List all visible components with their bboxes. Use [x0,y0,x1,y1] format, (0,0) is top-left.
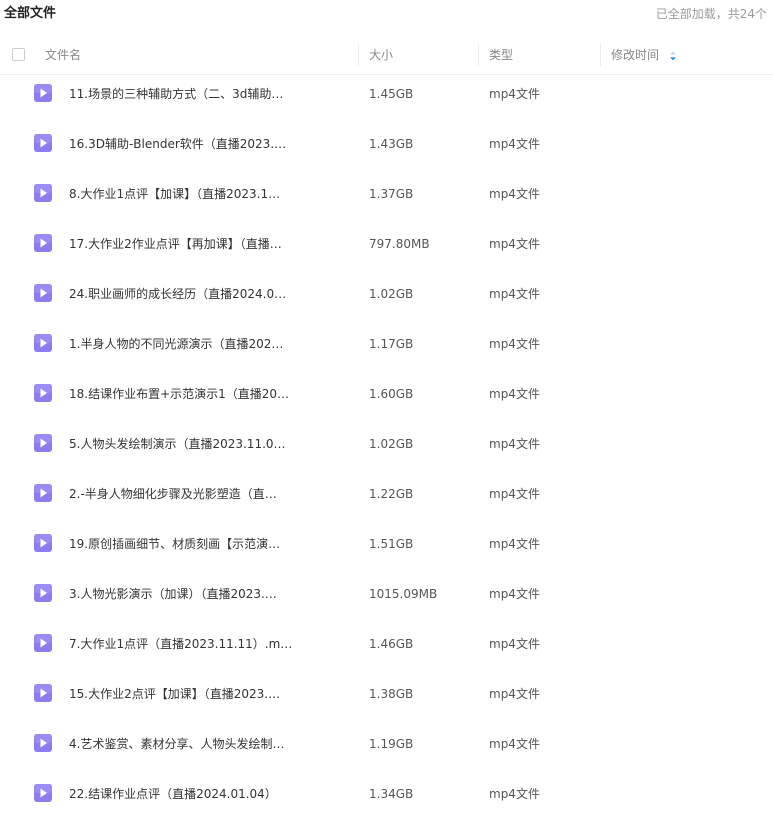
file-size: 797.80MB [369,237,430,251]
file-size: 1.22GB [369,487,414,501]
file-name: 4.艺术鉴赏、素材分享、人物头发绘制… [69,737,285,751]
file-size: 1.43GB [369,137,414,151]
file-type: mp4文件 [489,437,540,451]
file-row[interactable]: 18.结课作业布置+示范演示1（直播20… 1.60GB mp4文件 [0,374,773,424]
file-type: mp4文件 [489,787,540,801]
file-name: 1.半身人物的不同光源演示（直播202… [69,337,284,351]
file-name: 17.大作业2作业点评【再加课】（直播… [69,237,282,251]
file-row[interactable]: 17.大作业2作业点评【再加课】（直播… 797.80MB mp4文件 [0,224,773,274]
file-size: 1.19GB [369,737,414,751]
file-size: 1.17GB [369,337,414,351]
video-file-icon [34,334,52,352]
file-row[interactable]: 5.人物头发绘制演示（直播2023.11.0… 1.02GB mp4文件 [0,424,773,474]
file-name: 22.结课作业点评（直播2024.01.04） [69,787,277,801]
file-row[interactable]: 11.场景的三种辅助方式（二、3d辅助… 1.45GB mp4文件 [0,74,773,124]
file-type: mp4文件 [489,287,540,301]
video-file-icon [34,84,52,102]
file-size: 1.34GB [369,787,414,801]
file-type: mp4文件 [489,487,540,501]
column-header-modified[interactable]: 修改时间 [611,36,659,74]
video-file-icon [34,434,52,452]
file-name: 24.职业画师的成长经历（直播2024.0… [69,287,287,301]
file-size: 1.51GB [369,537,414,551]
table-header: 文件名 大小 类型 修改时间 [0,36,773,75]
file-name: 8.大作业1点评【加课】（直播2023.1… [69,187,281,201]
file-row[interactable]: 15.大作业2点评【加课】（直播2023.… 1.38GB mp4文件 [0,674,773,724]
file-size: 1015.09MB [369,587,438,601]
file-row[interactable]: 2.-半身人物细化步骤及光影塑造（直… 1.22GB mp4文件 [0,474,773,524]
video-file-icon [34,534,52,552]
file-type: mp4文件 [489,237,540,251]
file-type: mp4文件 [489,337,540,351]
file-size: 1.02GB [369,437,414,451]
top-bar: 全部文件 已全部加载，共24个 [0,0,773,30]
file-row[interactable]: 1.半身人物的不同光源演示（直播202… 1.17GB mp4文件 [0,324,773,374]
sort-desc-icon[interactable] [669,51,677,61]
video-file-icon [34,784,52,802]
video-file-icon [34,684,52,702]
file-size: 1.37GB [369,187,414,201]
video-file-icon [34,634,52,652]
file-row[interactable]: 24.职业画师的成长经历（直播2024.0… 1.02GB mp4文件 [0,274,773,324]
select-all-checkbox[interactable] [12,48,25,61]
column-divider [358,44,359,66]
load-status-text: 已全部加载，共24个 [655,7,767,21]
file-type: mp4文件 [489,737,540,751]
file-name: 11.场景的三种辅助方式（二、3d辅助… [69,87,284,101]
file-list: 11.场景的三种辅助方式（二、3d辅助… 1.45GB mp4文件 16.3D辅… [0,74,773,824]
file-name: 5.人物头发绘制演示（直播2023.11.0… [69,437,286,451]
video-file-icon [34,484,52,502]
column-divider [478,44,479,66]
file-row[interactable]: 8.大作业1点评【加课】（直播2023.1… 1.37GB mp4文件 [0,174,773,224]
video-file-icon [34,584,52,602]
video-file-icon [34,134,52,152]
file-size: 1.45GB [369,87,414,101]
file-type: mp4文件 [489,587,540,601]
file-type: mp4文件 [489,387,540,401]
file-name: 15.大作业2点评【加课】（直播2023.… [69,687,281,701]
file-name: 2.-半身人物细化步骤及光影塑造（直… [69,487,277,501]
file-name: 18.结课作业布置+示范演示1（直播20… [69,387,290,401]
file-row[interactable]: 7.大作业1点评（直播2023.11.11）.m… 1.46GB mp4文件 [0,624,773,674]
file-type: mp4文件 [489,137,540,151]
column-header-name[interactable]: 文件名 [45,36,81,74]
file-row[interactable]: 4.艺术鉴赏、素材分享、人物头发绘制… 1.19GB mp4文件 [0,724,773,774]
file-type: mp4文件 [489,637,540,651]
file-size: 1.38GB [369,687,414,701]
file-size: 1.46GB [369,637,414,651]
file-type: mp4文件 [489,87,540,101]
file-name: 3.人物光影演示（加课）（直播2023.… [69,587,277,601]
video-file-icon [34,184,52,202]
file-name: 19.原创插画细节、材质刻画【示范演… [69,537,281,551]
video-file-icon [34,734,52,752]
column-header-size[interactable]: 大小 [369,36,393,74]
file-type: mp4文件 [489,537,540,551]
file-row[interactable]: 19.原创插画细节、材质刻画【示范演… 1.51GB mp4文件 [0,524,773,574]
video-file-icon [34,384,52,402]
file-size: 1.02GB [369,287,414,301]
file-name: 16.3D辅助-Blender软件（直播2023.… [69,137,287,151]
file-row[interactable]: 3.人物光影演示（加课）（直播2023.… 1015.09MB mp4文件 [0,574,773,624]
file-size: 1.60GB [369,387,414,401]
file-type: mp4文件 [489,687,540,701]
file-type: mp4文件 [489,187,540,201]
file-row[interactable]: 16.3D辅助-Blender软件（直播2023.… 1.43GB mp4文件 [0,124,773,174]
video-file-icon [34,284,52,302]
file-row[interactable]: 22.结课作业点评（直播2024.01.04） 1.34GB mp4文件 [0,774,773,824]
column-header-type[interactable]: 类型 [489,36,513,74]
column-divider [600,44,601,66]
video-file-icon [34,234,52,252]
file-name: 7.大作业1点评（直播2023.11.11）.m… [69,637,293,651]
page-title: 全部文件 [4,6,57,21]
